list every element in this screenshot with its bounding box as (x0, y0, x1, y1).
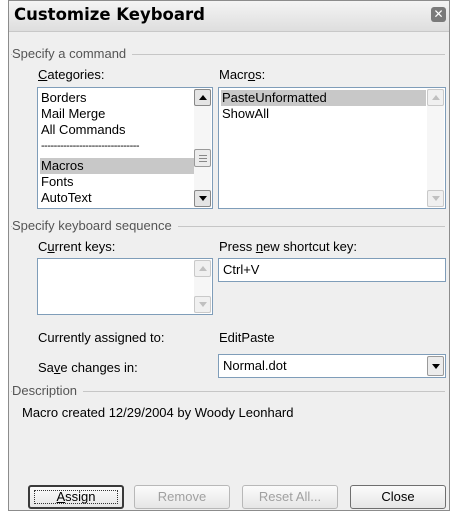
save-changes-select[interactable]: Normal.dot (218, 354, 446, 378)
current-keys-scrollbar[interactable] (194, 260, 211, 313)
focus-rect (34, 490, 118, 504)
assign-button[interactable]: Assign (28, 485, 124, 509)
scroll-down-button[interactable] (194, 296, 211, 313)
save-changes-label: Save changes in: (38, 360, 138, 375)
grip-line (199, 155, 207, 156)
description-text: Macro created 12/29/2004 by Woody Leonha… (22, 405, 294, 420)
chevron-up-icon (432, 95, 440, 100)
scroll-up-button[interactable] (427, 89, 444, 106)
scroll-thumb[interactable] (194, 149, 211, 167)
list-item-selected[interactable]: PasteUnformatted (221, 90, 426, 106)
scroll-up-button[interactable] (194, 89, 211, 106)
command-group-label: Specify a command (12, 46, 133, 61)
chevron-down-icon (199, 196, 207, 201)
title-bar: Customize Keyboard ✕ (9, 1, 449, 32)
categories-scrollbar[interactable] (194, 89, 211, 207)
scroll-up-button[interactable] (194, 260, 211, 277)
keyboard-group-label: Specify keyboard sequence (12, 218, 178, 233)
customize-keyboard-dialog: Customize Keyboard ✕ Specify a command C… (8, 0, 450, 511)
categories-list[interactable]: Borders Mail Merge All Commands --------… (37, 87, 213, 209)
chevron-up-icon (199, 95, 207, 100)
new-shortcut-label: Press new shortcut key: (219, 239, 358, 254)
current-keys-list[interactable] (37, 258, 213, 315)
chevron-down-icon (432, 364, 440, 369)
list-item[interactable]: AutoText (40, 190, 92, 206)
list-item[interactable]: Fonts (40, 174, 74, 190)
macros-list[interactable]: PasteUnformatted ShowAll (218, 87, 446, 209)
reset-all-button[interactable]: Reset All... (242, 485, 338, 509)
list-item[interactable]: ShowAll (221, 106, 269, 122)
grip-line (199, 158, 207, 159)
close-icon[interactable]: ✕ (431, 7, 446, 22)
save-changes-value: Normal.dot (223, 358, 287, 373)
currently-assigned-label: Currently assigned to: (38, 330, 165, 345)
macros-scrollbar[interactable] (427, 89, 444, 207)
scroll-down-button[interactable] (194, 190, 211, 207)
new-shortcut-input[interactable]: Ctrl+V (218, 258, 446, 282)
chevron-up-icon (199, 266, 207, 271)
list-item-selected[interactable]: Macros (40, 158, 196, 174)
list-separator: ------------------------------- (41, 140, 140, 152)
list-item[interactable]: All Commands (40, 122, 126, 138)
current-keys-label: Current keys: (38, 239, 116, 254)
grip-line (199, 161, 207, 162)
scroll-down-button[interactable] (427, 190, 444, 207)
chevron-down-icon (432, 196, 440, 201)
categories-label: Categories: (38, 67, 105, 82)
description-label: Description (12, 383, 84, 398)
macros-label: Macros: (219, 67, 266, 82)
dropdown-button[interactable] (427, 356, 444, 376)
currently-assigned-value: EditPaste (219, 330, 275, 345)
dialog-title: Customize Keyboard (14, 5, 205, 24)
remove-button[interactable]: Remove (134, 485, 230, 509)
list-item[interactable]: Borders (40, 90, 87, 106)
close-button[interactable]: Close (350, 485, 446, 509)
list-item[interactable]: Mail Merge (40, 106, 105, 122)
chevron-down-icon (199, 302, 207, 307)
